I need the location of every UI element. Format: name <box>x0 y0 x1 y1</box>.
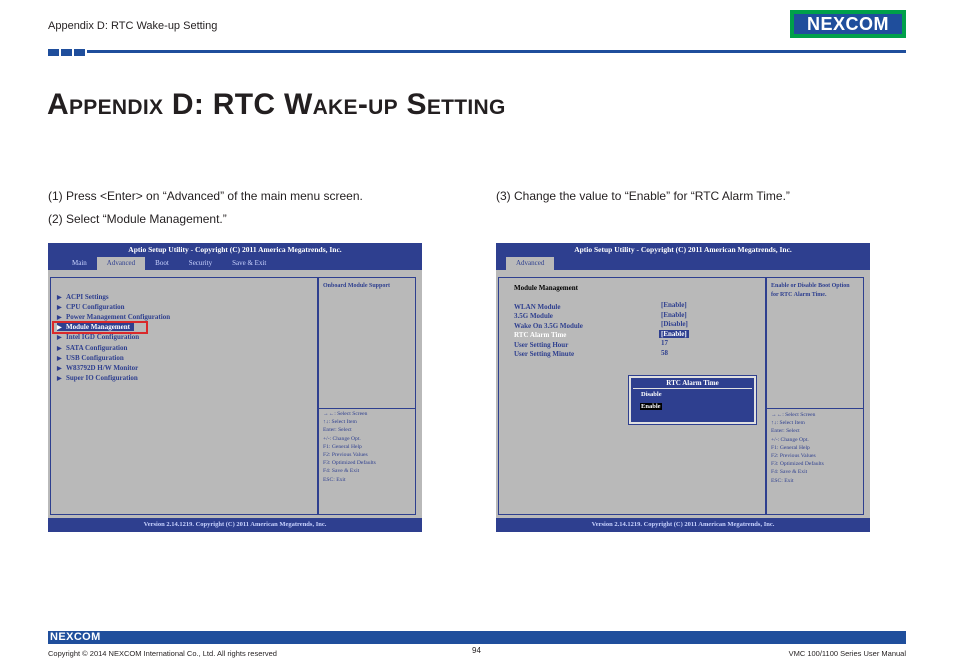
help-text-line-2: for RTC Alarm Time. <box>771 292 827 298</box>
page-title: Appendix D: RTC Wake-up Setting <box>47 88 506 121</box>
bios-title-bar: Aptio Setup Utility - Copyright (C) 2011… <box>496 243 870 257</box>
popup-option-enable[interactable]: Enable <box>640 403 662 410</box>
selection-highlight-box <box>52 321 148 334</box>
rtc-alarm-popup: RTC Alarm Time Disable Enable <box>628 375 757 425</box>
step-1-text: (1) Press <Enter> on “Advanced” of the m… <box>48 189 363 203</box>
setting-label-minute: User Setting Minute <box>514 350 575 358</box>
popup-option-disable[interactable]: Disable <box>640 391 663 398</box>
menu-item-power[interactable]: ▶ Power Management Configuration <box>57 313 170 321</box>
page-number: 94 <box>472 646 481 655</box>
step-3-text: (3) Change the value to “Enable” for “RT… <box>496 189 790 203</box>
bios-tab-bar: Main Advanced Boot Security Save & Exit <box>48 257 422 270</box>
tab-boot[interactable]: Boot <box>145 257 179 270</box>
setting-label-hour: User Setting Hour <box>514 341 569 349</box>
menu-item-sata[interactable]: ▶ SATA Configuration <box>57 344 127 352</box>
bios-screen-module-management: Aptio Setup Utility - Copyright (C) 2011… <box>496 243 870 532</box>
setting-label-wlan: WLAN Module <box>514 303 561 311</box>
key-legend: →←: Select Screen ↑↓: Select Item Enter:… <box>771 412 824 484</box>
help-text: Onboard Module Support <box>323 283 391 289</box>
tab-main[interactable]: Main <box>62 257 97 270</box>
bios-version-bar: Version 2.14.1219. Copyright (C) 2011 Am… <box>496 518 870 532</box>
menu-item-acpi[interactable]: ▶ ACPI Settings <box>57 293 109 301</box>
menu-item-intel-igd[interactable]: ▶ Intel IGD Configuration <box>57 333 139 341</box>
menu-item-hw-monitor[interactable]: ▶ W83792D H/W Monitor <box>57 364 138 372</box>
tab-advanced[interactable]: Advanced <box>506 257 555 270</box>
setting-label-rtc-alarm: RTC Alarm Time <box>514 331 567 339</box>
arrow-right-icon: ▶ <box>57 335 62 341</box>
header-divider <box>87 50 906 53</box>
setting-label-wake-on-3-5g: Wake On 3.5G Module <box>514 322 583 330</box>
step-2-text: (2) Select “Module Management.” <box>48 212 227 226</box>
arrow-right-icon: ▶ <box>57 376 62 382</box>
arrow-right-icon: ▶ <box>57 295 62 301</box>
bios-help-divider <box>319 408 415 409</box>
setting-value-hour[interactable]: 17 <box>661 339 668 347</box>
section-title: Module Management <box>514 284 578 292</box>
bios-tab-bar: Advanced <box>496 257 870 270</box>
menu-item-usb[interactable]: ▶ USB Configuration <box>57 354 124 362</box>
setting-value-3-5g[interactable]: [Enable] <box>661 311 687 319</box>
setting-label-3-5g: 3.5G Module <box>514 312 553 320</box>
setting-value-rtc-alarm[interactable]: [Enable] <box>659 330 689 338</box>
setting-value-wlan[interactable]: [Enable] <box>661 301 687 309</box>
section-label: Appendix D: RTC Wake-up Setting <box>48 20 218 32</box>
tab-security[interactable]: Security <box>179 257 222 270</box>
menu-item-super-io[interactable]: ▶ Super IO Configuration <box>57 374 138 382</box>
footer-bar: NEXCOM <box>48 631 906 644</box>
logo-text: NEXCOM <box>794 14 902 34</box>
header-squares <box>48 49 85 56</box>
menu-item-cpu[interactable]: ▶ CPU Configuration <box>57 303 125 311</box>
popup-divider <box>633 388 752 389</box>
footer-logo: NEXCOM <box>50 631 101 643</box>
arrow-right-icon: ▶ <box>57 315 62 321</box>
bios-version-bar: Version 2.14.1219. Copyright (C) 2011 Am… <box>48 518 422 532</box>
popup-title: RTC Alarm Time <box>666 379 719 387</box>
footer-copyright: Copyright © 2014 NEXCOM International Co… <box>48 649 277 658</box>
setting-value-minute[interactable]: 58 <box>661 349 668 357</box>
tab-advanced[interactable]: Advanced <box>96 257 146 270</box>
tab-save-exit[interactable]: Save & Exit <box>222 257 276 270</box>
help-text-line-1: Enable or Disable Boot Option <box>771 283 850 289</box>
bios-screen-advanced: Aptio Setup Utility - Copyright (C) 2011… <box>48 243 422 532</box>
key-legend: →←: Select Screen ↑↓: Select Item Enter:… <box>323 411 376 483</box>
arrow-right-icon: ▶ <box>57 366 62 372</box>
nexcom-logo: NEXCOM <box>790 10 906 38</box>
arrow-right-icon: ▶ <box>57 346 62 352</box>
arrow-right-icon: ▶ <box>57 305 62 311</box>
setting-value-wake-on-3-5g[interactable]: [Disable] <box>661 320 688 328</box>
bios-title-bar: Aptio Setup Utility - Copyright (C) 2011… <box>48 243 422 257</box>
footer-manual-title: VMC 100/1100 Series User Manual <box>788 649 906 658</box>
arrow-right-icon: ▶ <box>57 356 62 362</box>
bios-help-divider <box>767 408 863 409</box>
